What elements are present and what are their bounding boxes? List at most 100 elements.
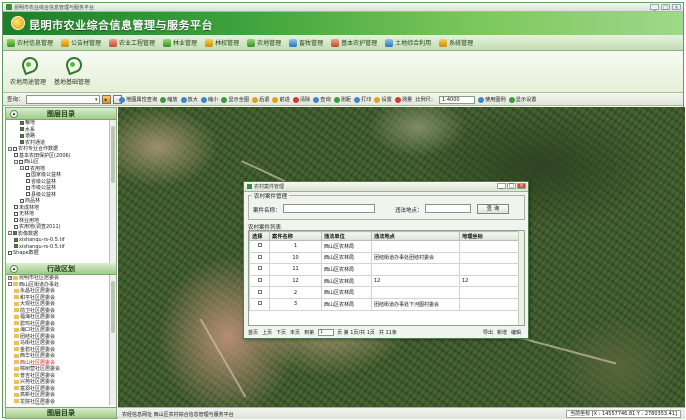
row-select-cell[interactable] xyxy=(249,274,270,288)
menu-item-announcement[interactable]: 公告材管理 xyxy=(61,38,101,47)
row-checkbox[interactable] xyxy=(257,266,262,271)
row-checkbox[interactable] xyxy=(257,289,262,294)
tool-attribute-query[interactable]: 地图属性查询 xyxy=(119,96,157,103)
expander-icon[interactable]: - xyxy=(20,166,24,170)
table-row[interactable]: 12 西山区农林局 12 12 xyxy=(249,274,520,288)
layer-checkbox[interactable] xyxy=(14,205,18,209)
layer-checkbox[interactable] xyxy=(20,120,24,125)
layer-checkbox[interactable] xyxy=(13,231,17,235)
expander-icon[interactable]: - xyxy=(8,282,12,286)
menu-item-forestry[interactable]: 林业管理 xyxy=(163,38,197,47)
page-number-input[interactable]: 1 xyxy=(318,329,335,336)
first-page-button[interactable]: 首页 xyxy=(248,329,258,336)
menu-item-agri-project[interactable]: 农业工程管理 xyxy=(109,38,155,47)
tool-full-extent[interactable]: 显示全图 xyxy=(221,96,249,103)
table-row[interactable]: 2 西山区农林局 xyxy=(249,286,520,299)
scrollbar-thumb[interactable] xyxy=(111,126,115,184)
col-select[interactable]: 选择 xyxy=(249,231,270,241)
menu-item-livestock[interactable]: 畜牧管理 xyxy=(289,38,323,47)
layer-checkbox[interactable] xyxy=(14,218,18,222)
layer-checkbox[interactable] xyxy=(14,153,18,157)
table-row[interactable]: 11 西山区农林局 xyxy=(249,263,520,276)
menu-item-village-info[interactable]: 农村信息管理 xyxy=(7,38,53,47)
tree-scrollbar[interactable] xyxy=(109,120,116,263)
col-coordinates[interactable]: 地理坐标 xyxy=(459,231,520,241)
layer-checkbox[interactable] xyxy=(26,172,30,177)
export-button[interactable]: 导出 xyxy=(483,329,493,336)
table-row[interactable]: 1 西山区农林局 xyxy=(249,240,520,253)
col-unit[interactable]: 违法单位 xyxy=(321,231,372,241)
layer-checkbox[interactable] xyxy=(26,179,30,183)
tool-display-settings[interactable]: 显示设置 xyxy=(508,96,537,103)
grid-scrollbar[interactable] xyxy=(518,231,524,325)
menu-item-farmland[interactable]: 农地管理 xyxy=(247,38,281,47)
row-select-cell[interactable] xyxy=(249,251,270,265)
layer-checkbox[interactable] xyxy=(14,237,18,242)
ribbon-button-base-mgmt[interactable]: 基地基础管理 xyxy=(53,55,91,86)
tree-scrollbar[interactable] xyxy=(109,275,116,405)
dialog-close-button[interactable]: × xyxy=(517,183,526,189)
add-button[interactable]: 新增 xyxy=(497,329,507,336)
row-checkbox[interactable] xyxy=(257,254,262,259)
row-checkbox[interactable] xyxy=(257,243,262,248)
layer-checkbox[interactable] xyxy=(13,146,17,151)
layer-checkbox[interactable] xyxy=(14,211,18,216)
tool-forward[interactable]: 前进 xyxy=(272,96,290,103)
tool-print[interactable]: 打印 xyxy=(354,96,371,103)
last-page-button[interactable]: 末页 xyxy=(290,329,300,336)
layer-checkbox[interactable] xyxy=(20,133,24,138)
row-select-cell[interactable] xyxy=(249,286,270,299)
table-row[interactable]: 3 西山区农林局 团结街道办事处下河图村委会 xyxy=(249,297,520,311)
layer-checkbox[interactable] xyxy=(14,244,18,248)
tool-pan[interactable]: 缩放 xyxy=(160,96,178,103)
expander-icon[interactable]: + xyxy=(8,275,12,280)
close-button[interactable]: × xyxy=(672,4,681,11)
row-checkbox[interactable] xyxy=(257,301,262,306)
next-page-button[interactable]: 下页 xyxy=(276,329,286,336)
col-case-name[interactable]: 案件名称 xyxy=(269,231,322,241)
layer-checkbox[interactable] xyxy=(25,166,29,170)
dialog-title-bar[interactable]: 农村案件管理 _ □ × xyxy=(244,182,528,192)
edit-button[interactable]: 编辑 xyxy=(511,329,521,336)
expander-icon[interactable]: - xyxy=(14,159,18,164)
layer-checkbox[interactable] xyxy=(14,224,18,229)
row-select-cell[interactable] xyxy=(249,297,270,311)
tool-measure[interactable]: 测距 xyxy=(333,96,351,103)
expander-icon[interactable]: - xyxy=(8,231,12,235)
tool-zoom-in[interactable]: 放大 xyxy=(180,96,198,103)
col-location[interactable]: 违法地点 xyxy=(371,231,460,241)
row-select-cell[interactable] xyxy=(249,240,270,253)
layer-checkbox[interactable] xyxy=(19,159,23,164)
collapse-icon[interactable]: ▴ xyxy=(10,265,18,273)
query-button[interactable]: 查 询 xyxy=(477,204,509,214)
admin-panel-header[interactable]: ▴ 行政区划 xyxy=(6,263,116,275)
tool-back[interactable]: 后退 xyxy=(252,96,269,103)
prev-page-button[interactable]: 上页 xyxy=(262,329,272,336)
menu-item-basic-protection[interactable]: 基本农护管理 xyxy=(331,38,377,47)
maximize-button[interactable]: □ xyxy=(661,4,670,11)
tool-legend[interactable]: 使用图例 xyxy=(477,96,506,103)
layer-checkbox[interactable] xyxy=(20,198,24,203)
scrollbar-thumb[interactable] xyxy=(111,281,115,333)
layer-checkbox[interactable] xyxy=(20,127,24,131)
menu-item-land-use[interactable]: 土地综合利用 xyxy=(385,38,431,47)
layer-panel-header[interactable]: ▴ 图层目录 xyxy=(6,108,116,120)
layer-checkbox[interactable] xyxy=(8,250,12,255)
dialog-minimize-button[interactable]: _ xyxy=(497,183,506,189)
tool-ruler[interactable]: 测量 xyxy=(394,96,412,103)
menu-item-system[interactable]: 系统管理 xyxy=(439,38,473,47)
layer-checkbox[interactable] xyxy=(20,140,24,144)
tool-zoom-out[interactable]: 缩小 xyxy=(200,96,218,103)
tool-settings[interactable]: 设置 xyxy=(374,96,392,103)
menu-item-forest-rights[interactable]: 林权管理 xyxy=(205,38,239,47)
dialog-maximize-button[interactable]: □ xyxy=(507,183,516,189)
expander-icon[interactable]: - xyxy=(8,146,12,151)
layer-checkbox[interactable] xyxy=(26,192,30,196)
search-input[interactable]: ▾ xyxy=(25,94,100,104)
row-select-cell[interactable] xyxy=(249,263,270,276)
case-name-input[interactable] xyxy=(283,204,375,213)
search-go-button[interactable]: ▸ xyxy=(101,94,111,104)
tool-clear[interactable]: 清除 xyxy=(292,96,310,103)
minimize-button[interactable]: _ xyxy=(650,4,659,11)
layer-panel-footer[interactable]: 图层目录 xyxy=(6,407,116,418)
